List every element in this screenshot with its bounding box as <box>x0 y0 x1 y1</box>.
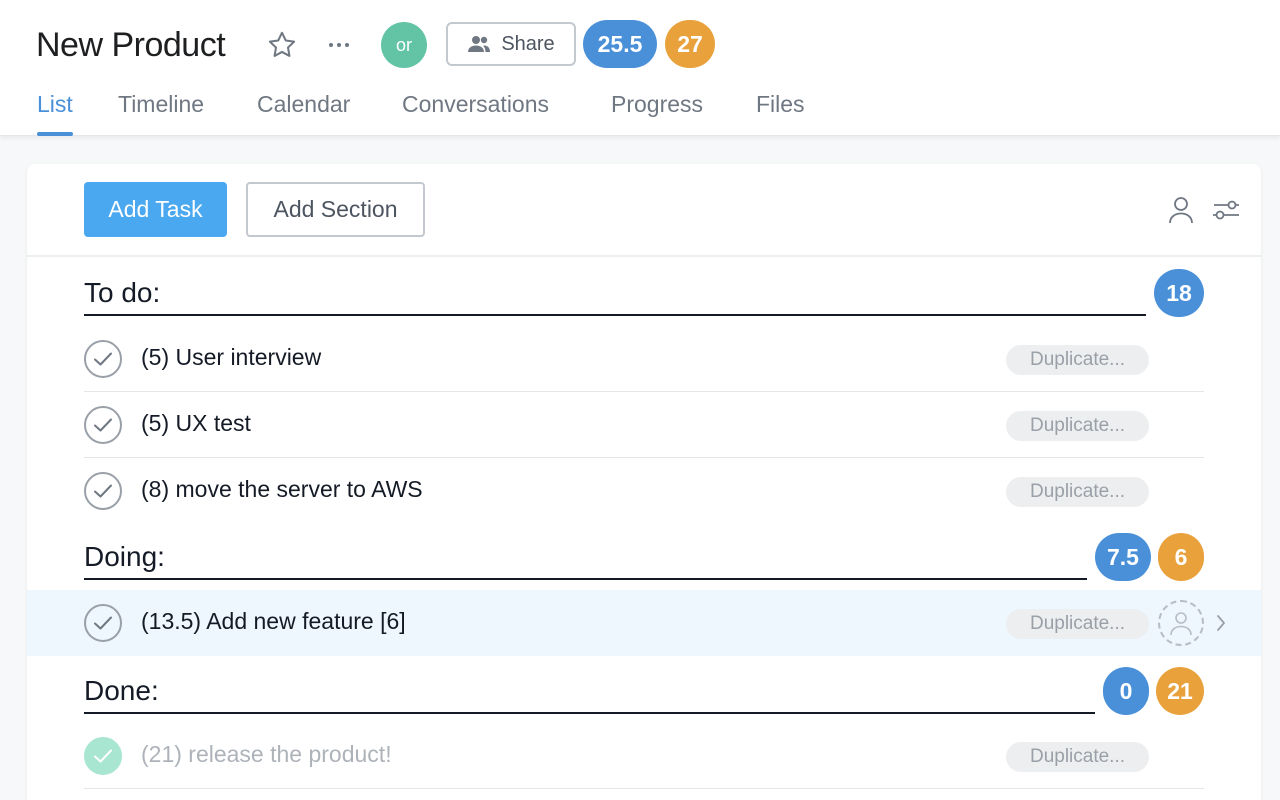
task-name[interactable]: (8) move the server to AWS <box>141 476 423 503</box>
tab-files[interactable]: Files <box>756 86 805 136</box>
project-header: New Product or Share 25.5 27 List Timeli… <box>0 0 1280 136</box>
points-badge-blue: 25.5 <box>583 20 657 68</box>
duplicate-tag[interactable]: Duplicate... <box>1006 345 1149 375</box>
task-name[interactable]: (5) User interview <box>141 344 321 371</box>
share-button[interactable]: Share <box>446 22 576 66</box>
task-row[interactable]: (21) release the product! Duplicate... <box>27 723 1261 789</box>
complete-check-icon[interactable] <box>84 340 122 378</box>
section-count-badge: 21 <box>1156 667 1204 715</box>
task-name[interactable]: (13.5) Add new feature [6] <box>141 608 406 635</box>
section-points-badge: 7.5 <box>1095 533 1151 581</box>
avatar[interactable]: or <box>381 22 427 68</box>
share-label: Share <box>501 33 554 56</box>
tab-timeline[interactable]: Timeline <box>118 86 204 136</box>
section-title[interactable]: Done: <box>84 672 1095 714</box>
task-row[interactable]: (5) UX test Duplicate... <box>27 392 1261 458</box>
complete-check-icon[interactable] <box>84 604 122 642</box>
tab-conversations[interactable]: Conversations <box>402 86 549 136</box>
task-row[interactable]: (13.5) Add new feature [6] Duplicate... <box>27 590 1261 656</box>
tab-progress[interactable]: Progress <box>611 86 703 136</box>
duplicate-tag[interactable]: Duplicate... <box>1006 477 1149 507</box>
add-section-button[interactable]: Add Section <box>246 182 425 237</box>
section-points-badge: 18 <box>1154 269 1204 317</box>
project-title[interactable]: New Product <box>36 24 225 66</box>
section-done: Done: 0 21 <box>84 664 1204 714</box>
duplicate-tag[interactable]: Duplicate... <box>1006 609 1149 639</box>
row-divider <box>84 788 1204 789</box>
task-row[interactable]: (8) move the server to AWS Duplicate... <box>27 458 1261 524</box>
duplicate-tag[interactable]: Duplicate... <box>1006 742 1149 772</box>
people-icon <box>467 34 491 54</box>
task-name[interactable]: (5) UX test <box>141 410 251 437</box>
filter-settings-icon[interactable] <box>1210 194 1242 226</box>
completed-check-icon[interactable] <box>84 737 122 775</box>
task-list-card: Add Task Add Section To do: 18 (5) User … <box>27 164 1261 800</box>
points-badge-orange: 27 <box>665 20 715 68</box>
assignee-placeholder-icon[interactable] <box>1158 600 1204 646</box>
task-name[interactable]: (21) release the product! <box>141 741 392 768</box>
star-icon[interactable] <box>265 28 299 62</box>
section-title[interactable]: To do: <box>84 274 1146 316</box>
section-doing: Doing: 7.5 6 <box>84 530 1204 580</box>
section-todo: To do: 18 <box>84 266 1204 316</box>
person-filter-icon[interactable] <box>1165 194 1197 226</box>
more-options-icon[interactable] <box>322 30 356 60</box>
duplicate-tag[interactable]: Duplicate... <box>1006 411 1149 441</box>
complete-check-icon[interactable] <box>84 406 122 444</box>
task-row[interactable]: (5) User interview Duplicate... <box>27 326 1261 392</box>
section-count-badge: 6 <box>1158 533 1204 581</box>
complete-check-icon[interactable] <box>84 472 122 510</box>
tab-calendar[interactable]: Calendar <box>257 86 350 136</box>
list-toolbar: Add Task Add Section <box>27 164 1261 257</box>
section-points-badge: 0 <box>1103 667 1149 715</box>
section-title[interactable]: Doing: <box>84 538 1087 580</box>
chevron-right-icon[interactable] <box>1213 612 1229 634</box>
add-task-button[interactable]: Add Task <box>84 182 227 237</box>
tab-list[interactable]: List <box>37 86 73 136</box>
